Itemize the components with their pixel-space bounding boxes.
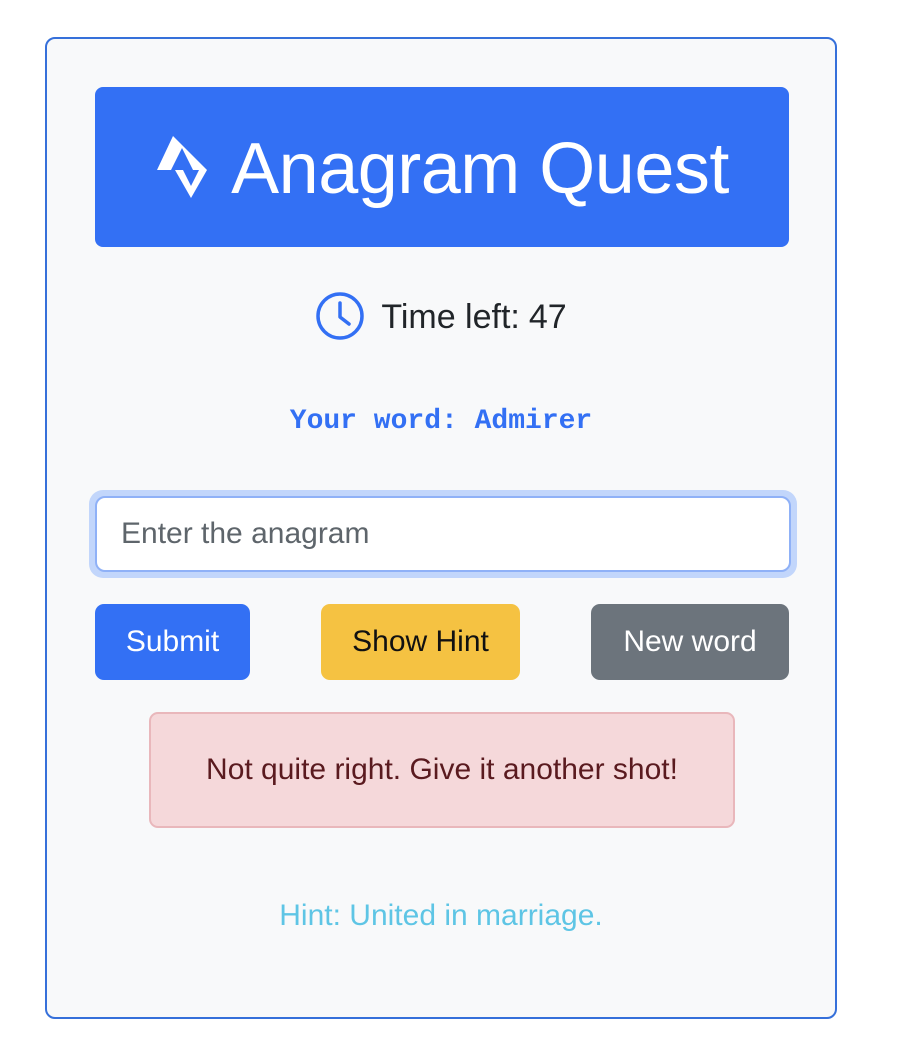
page-title: Anagram Quest [231, 129, 729, 209]
feedback-alert: Not quite right. Give it another shot! [149, 712, 735, 828]
answer-input-focus-ring [89, 490, 797, 578]
feedback-message: Not quite right. Give it another shot! [206, 753, 678, 786]
timer-label: Time left: [381, 297, 520, 336]
timer-value: 47 [528, 297, 567, 336]
submit-button[interactable]: Submit [95, 604, 250, 680]
word-value: Admirer [474, 406, 593, 437]
hint-text: Hint: United in marriage. [279, 899, 603, 932]
timer: Time left: 47 [47, 291, 835, 341]
title-banner: Anagram Quest [95, 87, 789, 247]
zigzag-arrows-icon [157, 136, 208, 198]
answer-input[interactable] [95, 496, 791, 572]
game-card: Anagram Quest Time left: 47 Your word: A… [45, 37, 837, 1019]
clock-icon [316, 292, 365, 340]
timer-text: Time left: 47 [381, 298, 566, 337]
show-hint-button[interactable]: Show Hint [321, 604, 520, 680]
word-label: Your word: [289, 406, 458, 437]
new-word-button[interactable]: New word [591, 604, 789, 680]
scrambled-word: Your word: Admirer [47, 406, 835, 437]
